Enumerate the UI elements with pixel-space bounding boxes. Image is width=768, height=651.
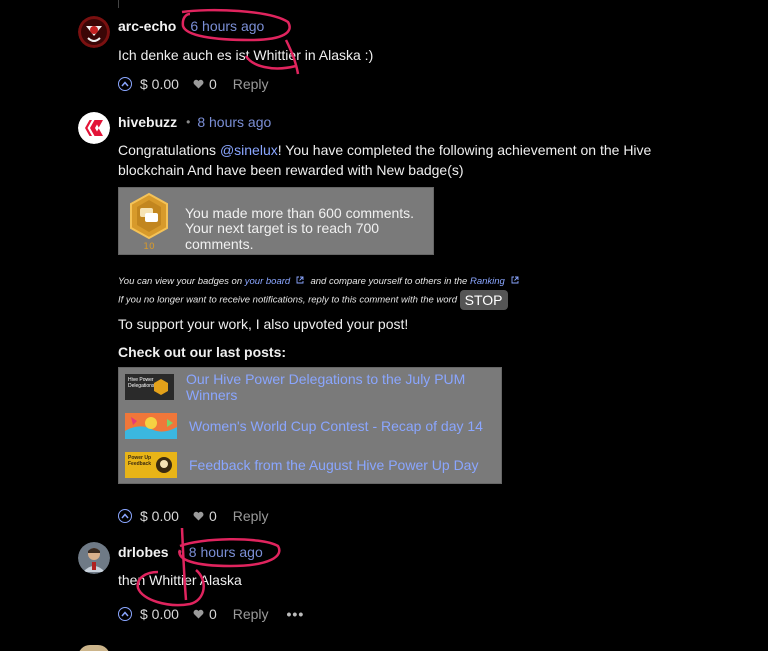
avatar-arc-echo-icon	[78, 16, 110, 48]
heart-icon	[193, 79, 204, 89]
badge-note-1: You can view your badges on your board a…	[118, 276, 718, 287]
recent-posts-box: Hive Power Delegations Our Hive Power De…	[118, 367, 502, 484]
reply-button[interactable]: Reply	[233, 76, 269, 92]
thread-line	[118, 0, 119, 8]
badge-line-1: You made more than 600 comments.	[185, 205, 415, 221]
comment-arc-echo: arc-echo 6 hours ago Ich denke auch es i…	[78, 16, 718, 96]
post-link-1[interactable]: Hive Power Delegations Our Hive Power De…	[125, 371, 501, 403]
author-name[interactable]: arc-echo	[118, 18, 176, 34]
reply-button[interactable]: Reply	[233, 508, 269, 524]
upvote-button[interactable]	[118, 77, 132, 91]
avatar-drlobes-icon	[78, 542, 110, 574]
comment-text: Congratulations @sinelux! You have compl…	[118, 140, 708, 180]
comment-header: arc-echo 6 hours ago	[118, 16, 718, 36]
comment-header: drlobes • 8 hours ago	[118, 542, 718, 562]
avatar[interactable]	[78, 112, 110, 144]
support-text: To support your work, I also upvoted you…	[118, 316, 409, 332]
thumb-caption: Power Up Feedback	[128, 455, 152, 467]
separator-dot: •	[186, 115, 191, 129]
comment-text: then Whittier Alaska	[118, 572, 242, 588]
post-link-3[interactable]: Power Up Feedback Feedback from the Augu…	[125, 452, 478, 478]
avatar[interactable]	[78, 542, 110, 574]
badge-hexagon-icon: 10	[130, 192, 168, 252]
badge-number: 10	[143, 242, 155, 252]
your-board-link[interactable]: your board	[245, 276, 290, 287]
heart-icon	[193, 511, 204, 521]
votes-count[interactable]: 0	[193, 76, 217, 92]
chevron-up-icon	[121, 611, 129, 617]
separator-dot: •	[177, 545, 182, 559]
comment-text: Ich denke auch es ist Whittier in Alaska…	[118, 47, 374, 63]
next-comment-avatar	[78, 645, 110, 651]
timestamp[interactable]: 8 hours ago	[197, 114, 271, 130]
ranking-link[interactable]: Ranking	[470, 276, 505, 287]
text-segment: If you no longer want to receive notific…	[118, 294, 460, 306]
upvote-button[interactable]	[118, 509, 132, 523]
chevron-up-icon	[121, 81, 129, 87]
world-cup-thumbnail-icon	[125, 413, 177, 439]
post-thumbnail: Power Up Feedback	[125, 452, 177, 478]
badge-card: 10 You made more than 600 comments. Your…	[118, 187, 434, 255]
avatar[interactable]	[78, 16, 110, 48]
author-name[interactable]: drlobes	[118, 544, 169, 560]
chevron-up-icon	[121, 513, 129, 519]
external-link-icon	[512, 276, 519, 284]
votes-number: 0	[208, 606, 217, 622]
more-options-button[interactable]: •••	[287, 606, 305, 622]
comment-actions: $ 0.00 0 Reply	[118, 74, 718, 94]
text-segment: Congratulations	[118, 142, 220, 158]
author-name[interactable]: hivebuzz	[118, 114, 177, 130]
post-thumbnail	[125, 413, 177, 439]
timestamp[interactable]: 8 hours ago	[189, 544, 263, 560]
post-title[interactable]: Women's World Cup Contest - Recap of day…	[189, 418, 483, 434]
timestamp[interactable]: 6 hours ago	[190, 18, 264, 34]
votes-number: 0	[208, 76, 217, 92]
reply-button[interactable]: Reply	[233, 606, 269, 622]
checkout-heading: Check out our last posts:	[118, 344, 287, 360]
powerup-character-icon	[156, 457, 172, 473]
comment-actions: $ 0.00 0 Reply •••	[118, 604, 718, 624]
text-segment: You can view your badges on	[118, 276, 245, 287]
comment-drlobes: drlobes • 8 hours ago then Whittier Alas…	[78, 542, 718, 632]
votes-count[interactable]: 0	[193, 508, 217, 524]
payout-value[interactable]: $ 0.00	[140, 606, 179, 622]
badge-note-2: If you no longer want to receive notific…	[118, 290, 718, 310]
mention-link[interactable]: @sinelux	[220, 142, 278, 158]
comment-hivebuzz: hivebuzz • 8 hours ago Congratulations @…	[78, 112, 718, 532]
comment-header: hivebuzz • 8 hours ago	[118, 112, 718, 132]
votes-number: 0	[208, 508, 217, 524]
post-title[interactable]: Our Hive Power Delegations to the July P…	[186, 371, 501, 403]
text-segment: and compare yourself to others in the	[310, 276, 470, 287]
post-title[interactable]: Feedback from the August Hive Power Up D…	[189, 457, 478, 473]
payout-value[interactable]: $ 0.00	[140, 508, 179, 524]
stop-keyword: STOP	[459, 290, 508, 310]
hive-hexagon-icon	[153, 379, 168, 395]
hive-logo-icon	[78, 112, 110, 144]
comments-page: arc-echo 6 hours ago Ich denke auch es i…	[0, 0, 768, 651]
post-thumbnail: Hive Power Delegations	[125, 374, 174, 400]
badge-line-2: Your next target is to reach 700 comment…	[185, 220, 380, 252]
votes-count[interactable]: 0	[193, 606, 217, 622]
upvote-button[interactable]	[118, 607, 132, 621]
post-link-2[interactable]: Women's World Cup Contest - Recap of day…	[125, 413, 483, 439]
external-link-icon	[296, 276, 304, 284]
heart-icon	[193, 609, 204, 619]
comment-actions: $ 0.00 0 Reply	[118, 506, 269, 526]
payout-value[interactable]: $ 0.00	[140, 76, 179, 92]
